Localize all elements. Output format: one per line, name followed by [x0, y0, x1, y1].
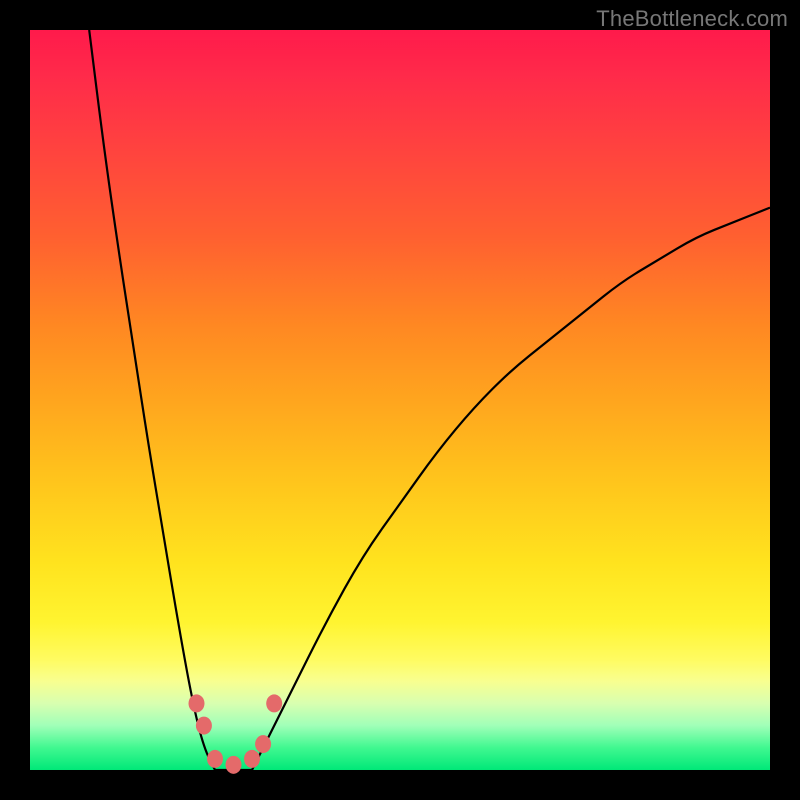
curve-marker — [255, 735, 271, 753]
curve-marker — [244, 750, 260, 768]
curve-left-branch — [89, 30, 215, 770]
plot-area — [30, 30, 770, 770]
curve-svg — [30, 30, 770, 770]
watermark-text: TheBottleneck.com — [596, 6, 788, 32]
curve-right-branch — [252, 208, 770, 770]
chart-frame: TheBottleneck.com — [0, 0, 800, 800]
curve-marker — [189, 694, 205, 712]
curve-marker — [207, 750, 223, 768]
bottleneck-curve — [89, 30, 770, 770]
curve-marker — [266, 694, 282, 712]
curve-markers — [189, 694, 283, 773]
curve-marker — [196, 717, 212, 735]
curve-marker — [226, 756, 242, 774]
